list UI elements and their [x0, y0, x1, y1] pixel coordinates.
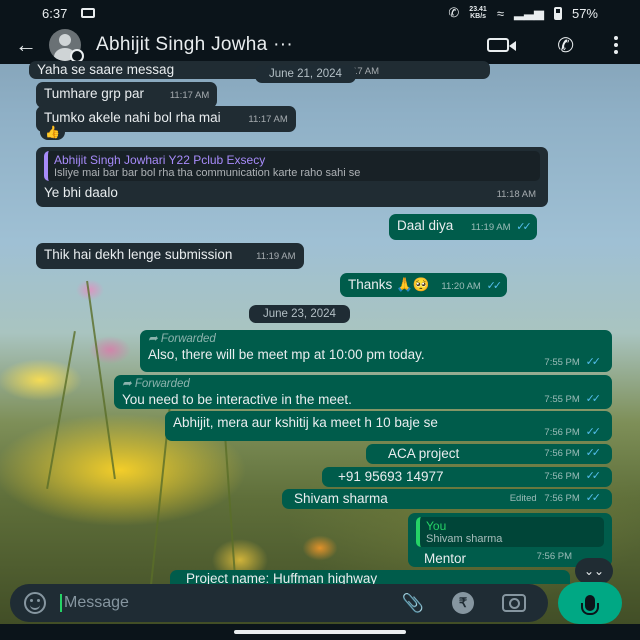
- message-incoming[interactable]: Tumhare grp par 11:17 AM: [36, 82, 218, 108]
- voice-record-button[interactable]: [558, 582, 622, 624]
- wifi-calling-icon: ✆: [448, 5, 460, 20]
- forwarded-label: ➦ Forwarded: [122, 378, 190, 390]
- read-receipt-icon: ✓✓: [486, 280, 503, 292]
- message-outgoing[interactable]: ➦ Forwarded You need to be interactive i…: [114, 375, 612, 409]
- scroll-to-bottom-button[interactable]: ⌄⌄: [575, 558, 613, 584]
- emoji-icon[interactable]: [24, 592, 46, 614]
- back-arrow-icon[interactable]: ←: [12, 31, 40, 59]
- read-receipt-icon: ✓✓: [585, 492, 602, 504]
- message-outgoing[interactable]: Project name: Huffman highway: [170, 570, 570, 584]
- message-outgoing[interactable]: +91 95693 14977 7:56 PM ✓✓: [322, 467, 612, 487]
- message-outgoing[interactable]: Daal diya 11:19 AM ✓✓: [389, 214, 537, 240]
- date-divider: June 21, 2024: [255, 65, 356, 83]
- wifi-icon: ≈: [496, 5, 504, 21]
- screen-cast-icon: [81, 8, 96, 18]
- video-call-icon[interactable]: [487, 38, 510, 52]
- reaction-emoji[interactable]: 👍: [40, 124, 65, 140]
- status-bar: 6:37 ✆ 23.41 KB/s ≈ ▂▃▅ 57%: [0, 0, 640, 26]
- date-divider: June 23, 2024: [249, 305, 350, 323]
- message-incoming[interactable]: Tumko akele nahi bol rha mai 11:17 AM: [36, 106, 296, 132]
- more-options-icon[interactable]: [614, 35, 618, 56]
- chat-header: ← Abhijit Singh Jowha ··· ✆: [0, 26, 640, 64]
- forwarded-label: ➦ Forwarded: [148, 333, 216, 345]
- message-composer: 📎 ₹: [10, 584, 548, 622]
- quoted-message[interactable]: Abhijit Singh Jowhari Y22 Pclub Exsecy I…: [44, 151, 540, 181]
- battery-percent: 57%: [571, 5, 598, 21]
- battery-icon: [553, 6, 562, 20]
- read-receipt-icon: ✓✓: [585, 447, 602, 459]
- message-incoming[interactable]: Abhijit Singh Jowhari Y22 Pclub Exsecy I…: [36, 147, 548, 207]
- message-outgoing[interactable]: Abhijit, mera aur kshitij ka meet h 10 b…: [165, 411, 612, 441]
- payment-icon[interactable]: ₹: [452, 592, 474, 614]
- double-chevron-down-icon: ⌄⌄: [583, 564, 605, 578]
- read-receipt-icon: ✓✓: [585, 393, 602, 405]
- read-receipt-icon: ✓✓: [516, 221, 532, 233]
- message-outgoing[interactable]: ➦ Forwarded Also, there will be meet mp …: [140, 330, 612, 372]
- avatar[interactable]: [44, 29, 86, 63]
- message-input[interactable]: [60, 594, 374, 612]
- message-outgoing[interactable]: Shivam sharma Edited 7:56 PM ✓✓: [282, 489, 612, 509]
- contact-name[interactable]: Abhijit Singh Jowha ···: [96, 34, 293, 56]
- read-receipt-icon: ✓✓: [585, 426, 602, 438]
- quoted-message[interactable]: You Shivam sharma: [416, 517, 604, 547]
- signal-icon: ▂▃▅: [513, 5, 544, 20]
- status-time: 6:37: [42, 5, 68, 21]
- message-outgoing[interactable]: ACA project 7:56 PM ✓✓: [366, 444, 612, 464]
- voice-call-icon[interactable]: ✆: [557, 33, 574, 58]
- message-incoming[interactable]: Thik hai dekh lenge submission 11:19 AM: [36, 243, 304, 269]
- navigation-bar: [0, 624, 640, 640]
- read-receipt-icon: ✓✓: [585, 470, 602, 482]
- message-outgoing[interactable]: Thanks 🙏🥺 11:20 AM ✓✓: [340, 273, 508, 297]
- home-indicator[interactable]: [234, 630, 406, 634]
- attach-icon[interactable]: 📎: [402, 593, 424, 614]
- read-receipt-icon: ✓✓: [585, 356, 602, 368]
- camera-icon[interactable]: [502, 594, 526, 612]
- network-speed: 23.41 KB/s: [469, 6, 487, 20]
- microphone-icon: [581, 595, 599, 615]
